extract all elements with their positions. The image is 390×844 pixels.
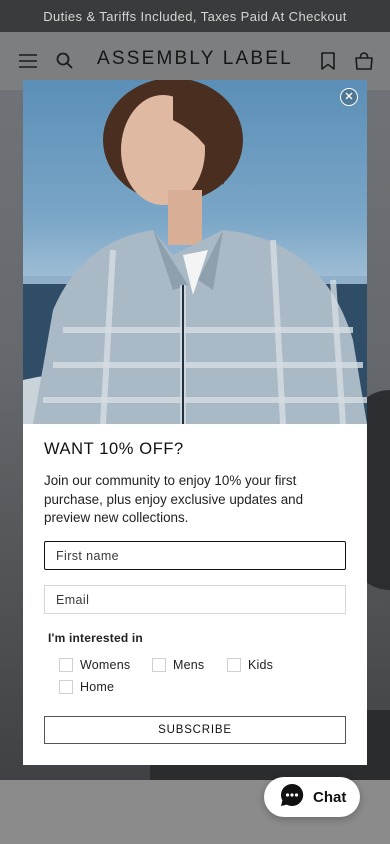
site-logo[interactable]: ASSEMBLY LABEL — [0, 48, 390, 70]
option-label: Home — [80, 680, 115, 694]
option-kids[interactable]: Kids — [227, 658, 273, 672]
chat-button[interactable]: Chat — [264, 777, 360, 817]
checkbox[interactable] — [227, 658, 241, 672]
checkbox[interactable] — [59, 658, 73, 672]
announcement-bar: Duties & Tariffs Included, Taxes Paid At… — [0, 0, 390, 32]
chat-label: Chat — [313, 788, 347, 806]
announcement-text: Duties & Tariffs Included, Taxes Paid At… — [43, 8, 347, 24]
popup-title: WANT 10% OFF? — [44, 440, 184, 458]
option-home[interactable]: Home — [59, 680, 114, 694]
close-popup-button[interactable] — [340, 88, 358, 106]
first-name-field[interactable] — [44, 541, 346, 570]
option-label: Kids — [248, 658, 274, 672]
popup-description: Join our community to enjoy 10% your fir… — [44, 473, 304, 525]
option-label: Womens — [80, 658, 131, 672]
subscribe-button[interactable]: SUBSCRIBE — [44, 716, 346, 744]
option-mens[interactable]: Mens — [152, 658, 204, 672]
option-womens[interactable]: Womens — [59, 658, 130, 672]
checkbox[interactable] — [59, 680, 73, 694]
email-field[interactable] — [44, 585, 346, 614]
hero-image — [23, 80, 367, 424]
chat-bubble-icon — [279, 782, 305, 813]
newsletter-popup: WANT 10% OFF? Join our community to enjo… — [23, 80, 367, 765]
checkbox[interactable] — [152, 658, 166, 672]
interest-label: I'm interested in — [48, 631, 143, 645]
option-label: Mens — [173, 658, 205, 672]
close-icon — [344, 88, 354, 106]
